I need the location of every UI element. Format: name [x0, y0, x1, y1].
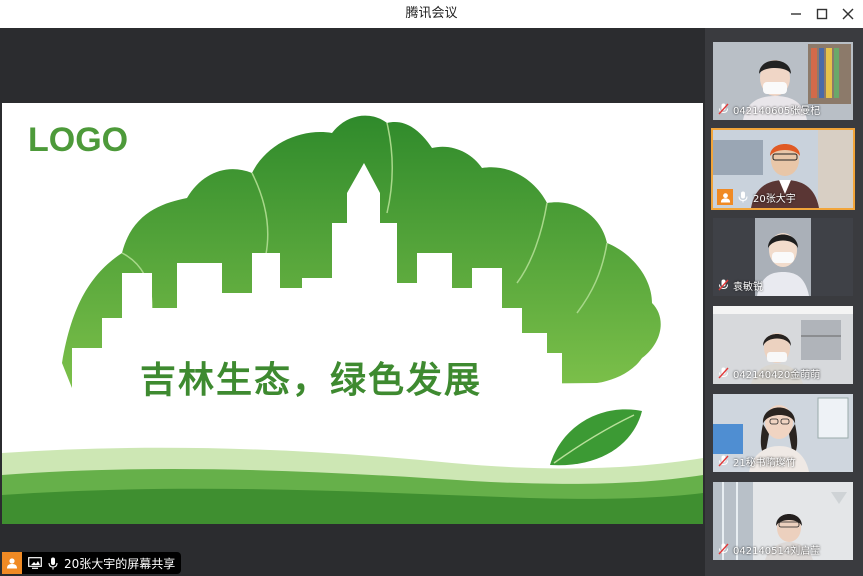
maximize-button[interactable] — [808, 0, 836, 28]
participant-tile-active-speaker[interactable]: 20张大宇 — [711, 128, 855, 210]
participant-sidebar[interactable]: 042140605张曼杞 20张大宇 袁敏锐 042140420金萌萌 21秘书… — [705, 28, 863, 576]
slide-slogan: 吉林生态，绿色发展 — [140, 360, 483, 401]
participant-tile[interactable]: 袁敏锐 — [713, 218, 853, 296]
microphone-icon — [717, 455, 729, 467]
participant-caption: 042140514刘启莹 — [717, 541, 820, 557]
participant-name: 042140605张曼杞 — [733, 105, 821, 117]
participant-name: 20张大宇 — [753, 193, 796, 205]
screen-share-label: 20张大宇的屏幕共享 — [64, 556, 176, 571]
participant-tile[interactable]: 042140514刘启莹 — [713, 482, 853, 560]
microphone-icon — [717, 103, 729, 115]
participant-tile[interactable]: 042140605张曼杞 — [713, 42, 853, 120]
microphone-icon — [717, 279, 729, 291]
participant-caption: 袁敏锐 — [717, 277, 763, 293]
shared-screen-area: LOGO 吉林生态，绿色发展 20张大宇的屏幕共享 — [0, 28, 705, 576]
user-icon — [2, 552, 22, 574]
participant-name: 042140514刘启莹 — [733, 545, 821, 557]
presentation-slide: LOGO 吉林生态，绿色发展 — [2, 103, 703, 524]
participant-tile[interactable]: 21秘书隋璨竹 — [713, 394, 853, 472]
close-button[interactable] — [834, 0, 862, 28]
user-icon — [717, 189, 733, 205]
microphone-icon — [717, 543, 729, 555]
window-title: 腾讯会议 — [405, 6, 458, 21]
participant-caption: 042140605张曼杞 — [717, 101, 820, 117]
participant-name: 21秘书隋璨竹 — [733, 457, 796, 469]
participant-name: 042140420金萌萌 — [733, 369, 821, 381]
minimize-button[interactable] — [782, 0, 810, 28]
participant-caption: 042140420金萌萌 — [717, 365, 820, 381]
microphone-icon — [737, 191, 749, 203]
title-bar: 腾讯会议 — [0, 0, 863, 28]
participant-caption: 21秘书隋璨竹 — [717, 453, 796, 469]
slide-logo: LOGO — [28, 121, 129, 159]
participant-name: 袁敏锐 — [733, 281, 763, 293]
participant-tile[interactable]: 042140420金萌萌 — [713, 306, 853, 384]
microphone-icon — [48, 557, 58, 570]
microphone-icon — [717, 367, 729, 379]
screen-share-icon — [28, 557, 42, 569]
slide-artwork — [2, 115, 703, 524]
screen-share-indicator[interactable]: 20张大宇的屏幕共享 — [2, 552, 182, 574]
participant-caption: 20张大宇 — [717, 189, 796, 205]
